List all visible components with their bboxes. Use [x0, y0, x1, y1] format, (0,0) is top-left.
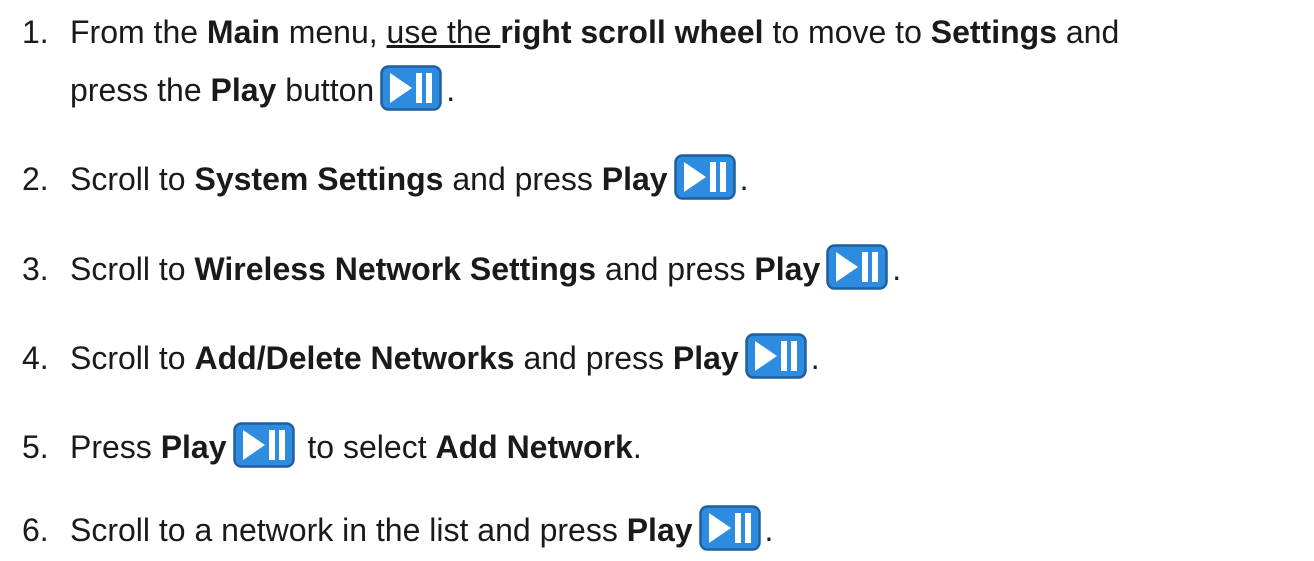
step-emphasis: Play: [160, 429, 227, 465]
play-pause-icon: [826, 244, 888, 290]
step-text: to select: [298, 429, 436, 465]
step-number: 5.: [22, 429, 49, 465]
step-emphasis: Main: [206, 14, 280, 50]
step-text: to move to: [763, 14, 931, 50]
step-emphasis: right scroll wheel: [500, 14, 764, 50]
step-text: .: [739, 161, 749, 197]
play-pause-icon: [698, 505, 761, 551]
step-text: and press: [443, 161, 602, 197]
step-emphasis: Play: [601, 161, 668, 197]
step-continuation: press the Play button.: [22, 60, 1307, 120]
step-text: .: [892, 251, 902, 287]
step-text: menu,: [279, 14, 387, 50]
step-emphasis: Add Network: [435, 429, 633, 465]
step-text: From the: [70, 14, 207, 50]
step-text: Scroll to: [70, 251, 195, 287]
step-text: .: [446, 72, 456, 108]
step-4: 4. Scroll to Add/Delete Networks and pres…: [22, 328, 1307, 388]
step-number: 3.: [22, 251, 49, 287]
step-text: Scroll to: [70, 161, 195, 197]
step-text: Scroll to a network in the list and pres…: [70, 512, 627, 548]
step-emphasis: Wireless Network Settings: [194, 251, 597, 287]
step-3: 3. Scroll to Wireless Network Settings an…: [22, 239, 1307, 299]
step-emphasis: Add/Delete Networks: [194, 340, 515, 376]
step-number: 4.: [22, 340, 49, 376]
step-emphasis: Play: [754, 251, 821, 287]
step-emphasis: Play: [626, 512, 693, 548]
step-6: 6. Scroll to a network in the list and pr…: [22, 500, 1307, 560]
step-number: 1.: [22, 14, 49, 50]
step-text: and press: [514, 340, 673, 376]
play-pause-icon: [673, 154, 736, 200]
step-emphasis: Play: [672, 340, 739, 376]
step-text: and: [1056, 14, 1120, 50]
step-emphasis: System Settings: [194, 161, 444, 197]
play-pause-icon: [232, 422, 295, 468]
step-1: 1. From the Main menu, use the right scro…: [22, 2, 1307, 120]
step-5: 5. Press Play to select Add Network.: [22, 417, 1307, 477]
step-text: Scroll to: [70, 340, 195, 376]
step-emphasis: Play: [210, 72, 277, 108]
play-pause-icon: [380, 65, 442, 111]
step-text: use the: [386, 14, 501, 50]
step-number: 2.: [22, 161, 49, 197]
step-emphasis: Settings: [930, 14, 1057, 50]
step-text: .: [810, 340, 820, 376]
step-number: 6.: [22, 512, 49, 548]
play-pause-icon: [744, 333, 807, 379]
step-text: and press: [596, 251, 755, 287]
step-text: press the: [70, 72, 211, 108]
step-text: .: [632, 429, 642, 465]
step-text: .: [764, 512, 774, 548]
step-2: 2. Scroll to System Settings and press Pl…: [22, 149, 1307, 209]
step-text: button: [276, 72, 375, 108]
step-text: Press: [70, 429, 161, 465]
